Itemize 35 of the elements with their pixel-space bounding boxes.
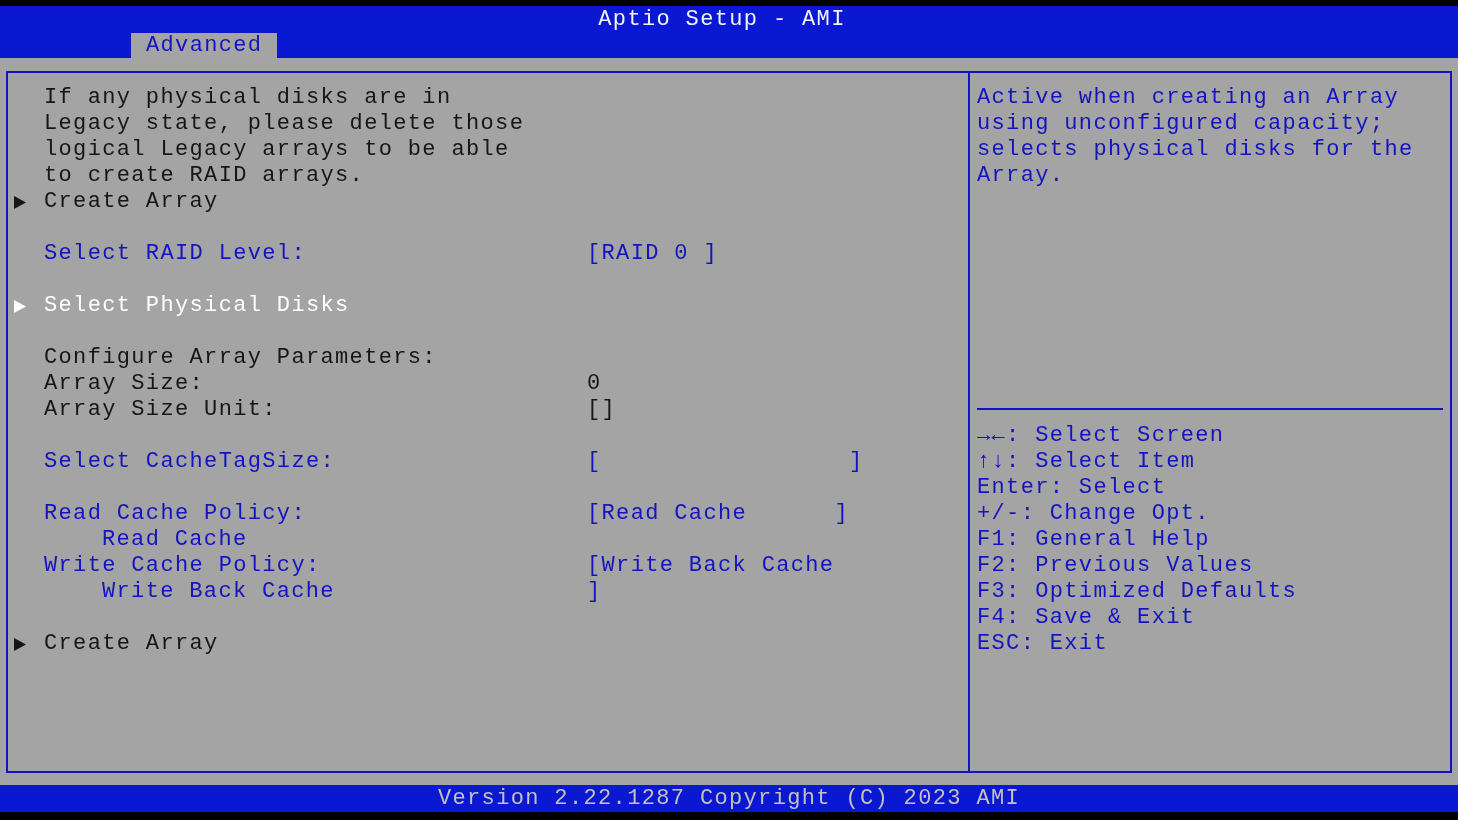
submenu-item[interactable]: Select Physical Disks [44,293,350,319]
setting-value[interactable]: [Read Cache ] [587,501,849,553]
field-value: [] [587,397,617,423]
key-hint: Enter: Select [977,475,1167,501]
key-hint: F4: Save & Exit [977,605,1196,631]
setting-detail: Write Back Cache [101,579,335,605]
version-text: Version 2.22.1287 Copyright (C) 2023 AMI [437,785,1021,812]
menu-tab[interactable]: Advanced [131,33,278,58]
field-label: Array Size Unit: [44,397,277,423]
window-title: Aptio Setup - AMI [598,7,846,33]
setting-detail: Read Cache [101,527,248,553]
setting-label[interactable]: Select RAID Level: [44,241,306,267]
key-hint: ↑↓: Select Item [977,449,1196,475]
setting-label[interactable]: Select CacheTagSize: [44,449,336,475]
setting-value[interactable]: [RAID 0 ] [587,241,718,267]
setting-label[interactable]: Write Cache Policy: [44,553,321,579]
key-hint: F3: Optimized Defaults [977,579,1298,605]
triangle-icon [14,195,26,209]
key-hint: ESC: Exit [977,631,1108,657]
triangle-icon [14,299,26,313]
field-value: 0 [587,371,602,397]
key-hint: F2: Previous Values [977,553,1254,579]
info-text: If any physical disks are in Legacy state, please delete those logical Legacy arrays to be able to create RAID arrays. [44,85,526,189]
field-label: Array Size: [44,371,205,397]
submenu-item[interactable]: Create Array [44,189,219,215]
setting-label[interactable]: Read Cache Policy: [44,501,306,527]
submenu-item[interactable]: Create Array [44,631,219,657]
setting-value[interactable]: [Write Back Cache ] [587,553,835,605]
key-hint: +/-: Change Opt. [977,501,1210,527]
help-text: Active when creating an Array using unconfigured capacity; selects physical disks for the Array. [977,85,1415,189]
key-hint: →←: Select Screen [977,423,1225,449]
key-hint: F1: General Help [977,527,1210,553]
section-heading: Configure Array Parameters: [44,345,437,371]
setting-value[interactable]: [ ] [587,449,864,475]
triangle-icon [14,637,26,651]
